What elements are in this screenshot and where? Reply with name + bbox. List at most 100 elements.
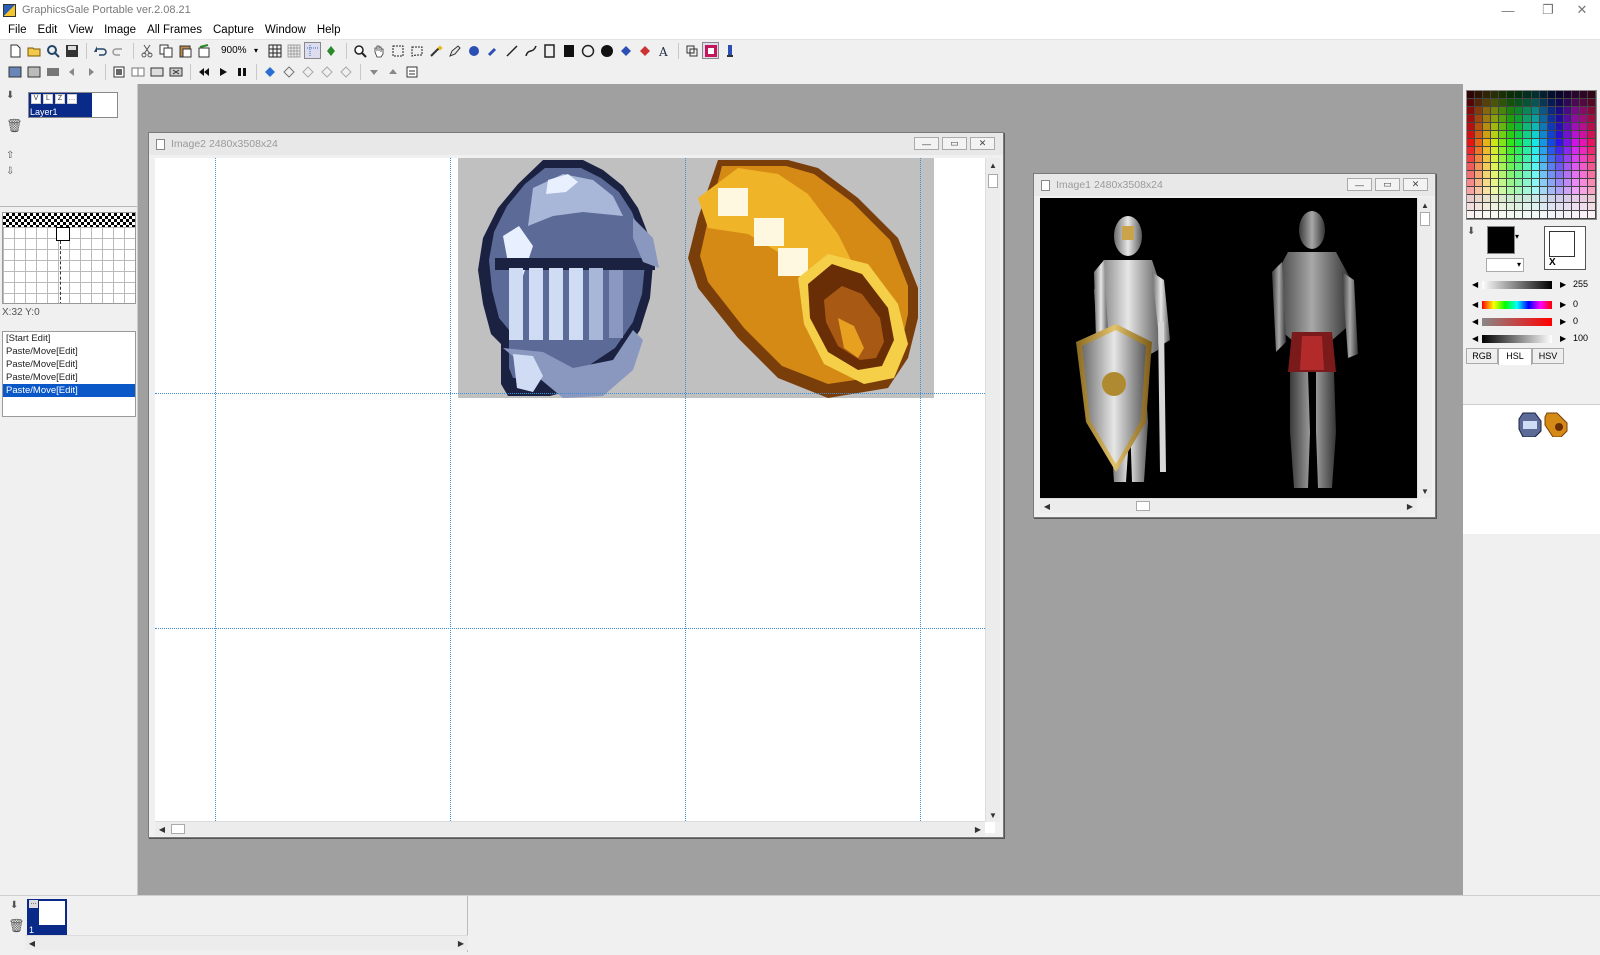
palette-swatch[interactable] (1491, 99, 1500, 107)
palette-swatch[interactable] (1587, 123, 1596, 131)
palette-swatch[interactable] (1555, 99, 1564, 107)
arrow-down-icon[interactable]: ⇩ (6, 166, 14, 177)
image2-canvas[interactable] (155, 158, 995, 833)
palette-swatch[interactable] (1467, 171, 1476, 179)
paste-new-icon[interactable] (195, 42, 212, 59)
palette-swatch[interactable] (1579, 147, 1588, 155)
palette-swatch[interactable] (1523, 163, 1532, 171)
palette-swatch[interactable] (1571, 211, 1580, 219)
palette-swatch[interactable] (1579, 123, 1588, 131)
next-frame-icon[interactable] (82, 64, 99, 81)
palette-swatch[interactable] (1515, 147, 1524, 155)
palette-swatch[interactable] (1523, 147, 1532, 155)
palette-swatch[interactable] (1555, 131, 1564, 139)
palette-swatch[interactable] (1523, 115, 1532, 123)
spray-icon[interactable] (484, 42, 501, 59)
slider-right-arrow-icon[interactable]: ▶ (1560, 317, 1566, 326)
palette-swatch[interactable] (1539, 211, 1548, 219)
scroll-down-icon[interactable]: ▼ (1419, 485, 1431, 497)
palette-swatch[interactable] (1579, 179, 1588, 187)
menu-all-frames[interactable]: All Frames (147, 24, 202, 36)
palette-swatch[interactable] (1467, 139, 1476, 147)
palette-swatch[interactable] (1475, 115, 1484, 123)
palette-swatch[interactable] (1563, 187, 1572, 195)
onion-skin-icon[interactable] (261, 64, 278, 81)
palette-swatch[interactable] (1563, 123, 1572, 131)
palette-swatch[interactable] (1571, 179, 1580, 187)
palette-swatch[interactable] (1531, 115, 1540, 123)
palette-swatch[interactable] (1587, 179, 1596, 187)
palette-swatch[interactable] (1491, 179, 1500, 187)
palette-swatch[interactable] (1515, 115, 1524, 123)
lightness-slider[interactable] (1482, 281, 1552, 289)
palette-swatch[interactable] (1499, 211, 1508, 219)
palette-swatch[interactable] (1523, 91, 1532, 99)
palette-swatch[interactable] (1531, 187, 1540, 195)
palette-swatch[interactable] (1475, 131, 1484, 139)
palette-swatch[interactable] (1499, 195, 1508, 203)
zoom-select[interactable]: 900% ▾ (218, 43, 260, 59)
gradient-tool-icon[interactable] (636, 42, 653, 59)
palette-swatch[interactable] (1547, 171, 1556, 179)
palette-swatch[interactable] (1491, 195, 1500, 203)
palette-swatch[interactable] (1555, 123, 1564, 131)
palette-swatch[interactable] (1563, 99, 1572, 107)
palette-swatch[interactable] (1547, 115, 1556, 123)
palette-swatch[interactable] (1507, 131, 1516, 139)
grid-icon[interactable] (266, 42, 283, 59)
palette-swatch[interactable] (1483, 155, 1492, 163)
frame-delete-icon[interactable] (167, 64, 184, 81)
move-down-icon[interactable] (365, 64, 382, 81)
open-folder-icon[interactable] (25, 42, 42, 59)
palette-swatch[interactable] (1531, 195, 1540, 203)
palette-swatch[interactable] (1539, 139, 1548, 147)
palette-swatch[interactable] (1547, 99, 1556, 107)
zoom-tool-icon[interactable] (351, 42, 368, 59)
history-item[interactable]: Paste/Move[Edit] (3, 371, 135, 384)
history-item[interactable]: Paste/Move[Edit] (3, 358, 135, 371)
menu-capture[interactable]: Capture (213, 24, 254, 36)
layer-visible-icon[interactable] (280, 64, 297, 81)
layer-remove-icon[interactable] (337, 64, 354, 81)
palette-swatch[interactable] (1563, 179, 1572, 187)
history-item[interactable]: Paste/Move[Edit] (3, 345, 135, 358)
palette-swatch[interactable] (1475, 179, 1484, 187)
browse-icon[interactable] (44, 42, 61, 59)
history-item-active[interactable]: Paste/Move[Edit] (3, 384, 135, 397)
helmet-thumbnail[interactable] (1517, 411, 1543, 437)
palette-swatch[interactable] (1475, 203, 1484, 211)
palette-swatch[interactable] (1547, 147, 1556, 155)
palette-swatch[interactable] (1507, 163, 1516, 171)
text-tool-icon[interactable]: A (655, 42, 672, 59)
frame-scrollbar[interactable]: ◀ ▶ (25, 935, 468, 950)
redo-icon[interactable] (110, 42, 127, 59)
palette-swatch[interactable] (1507, 91, 1516, 99)
palette-swatch[interactable] (1475, 195, 1484, 203)
palette-swatch[interactable] (1531, 99, 1540, 107)
close-button[interactable]: ✕ (970, 137, 995, 150)
palette-swatch[interactable] (1483, 91, 1492, 99)
layer-item[interactable]: V L Z … Layer1 (28, 92, 118, 118)
palette-swatch[interactable] (1563, 91, 1572, 99)
fill-tool-icon[interactable] (617, 42, 634, 59)
palette-swatch[interactable] (1587, 115, 1596, 123)
palette-swatch[interactable] (1571, 171, 1580, 179)
cut-icon[interactable] (138, 42, 155, 59)
palette-swatch[interactable] (1491, 211, 1500, 219)
palette-swatch[interactable] (1563, 107, 1572, 115)
palette-swatch[interactable] (1507, 171, 1516, 179)
palette-swatch[interactable] (1571, 155, 1580, 163)
palette-swatch[interactable] (1467, 107, 1476, 115)
palette-swatch[interactable] (1531, 91, 1540, 99)
palette-swatch[interactable] (1467, 195, 1476, 203)
navigator-preview[interactable] (2, 212, 136, 304)
rect-select-icon[interactable] (389, 42, 406, 59)
minimize-button[interactable]: — (914, 137, 939, 150)
palette-swatch[interactable] (1571, 195, 1580, 203)
palette-swatch[interactable] (1579, 211, 1588, 219)
maximize-button[interactable]: ▭ (1375, 178, 1400, 191)
palette-swatch[interactable] (1571, 123, 1580, 131)
palette-swatch[interactable] (1587, 211, 1596, 219)
frame-merge-icon[interactable] (148, 64, 165, 81)
palette-swatch[interactable] (1547, 123, 1556, 131)
